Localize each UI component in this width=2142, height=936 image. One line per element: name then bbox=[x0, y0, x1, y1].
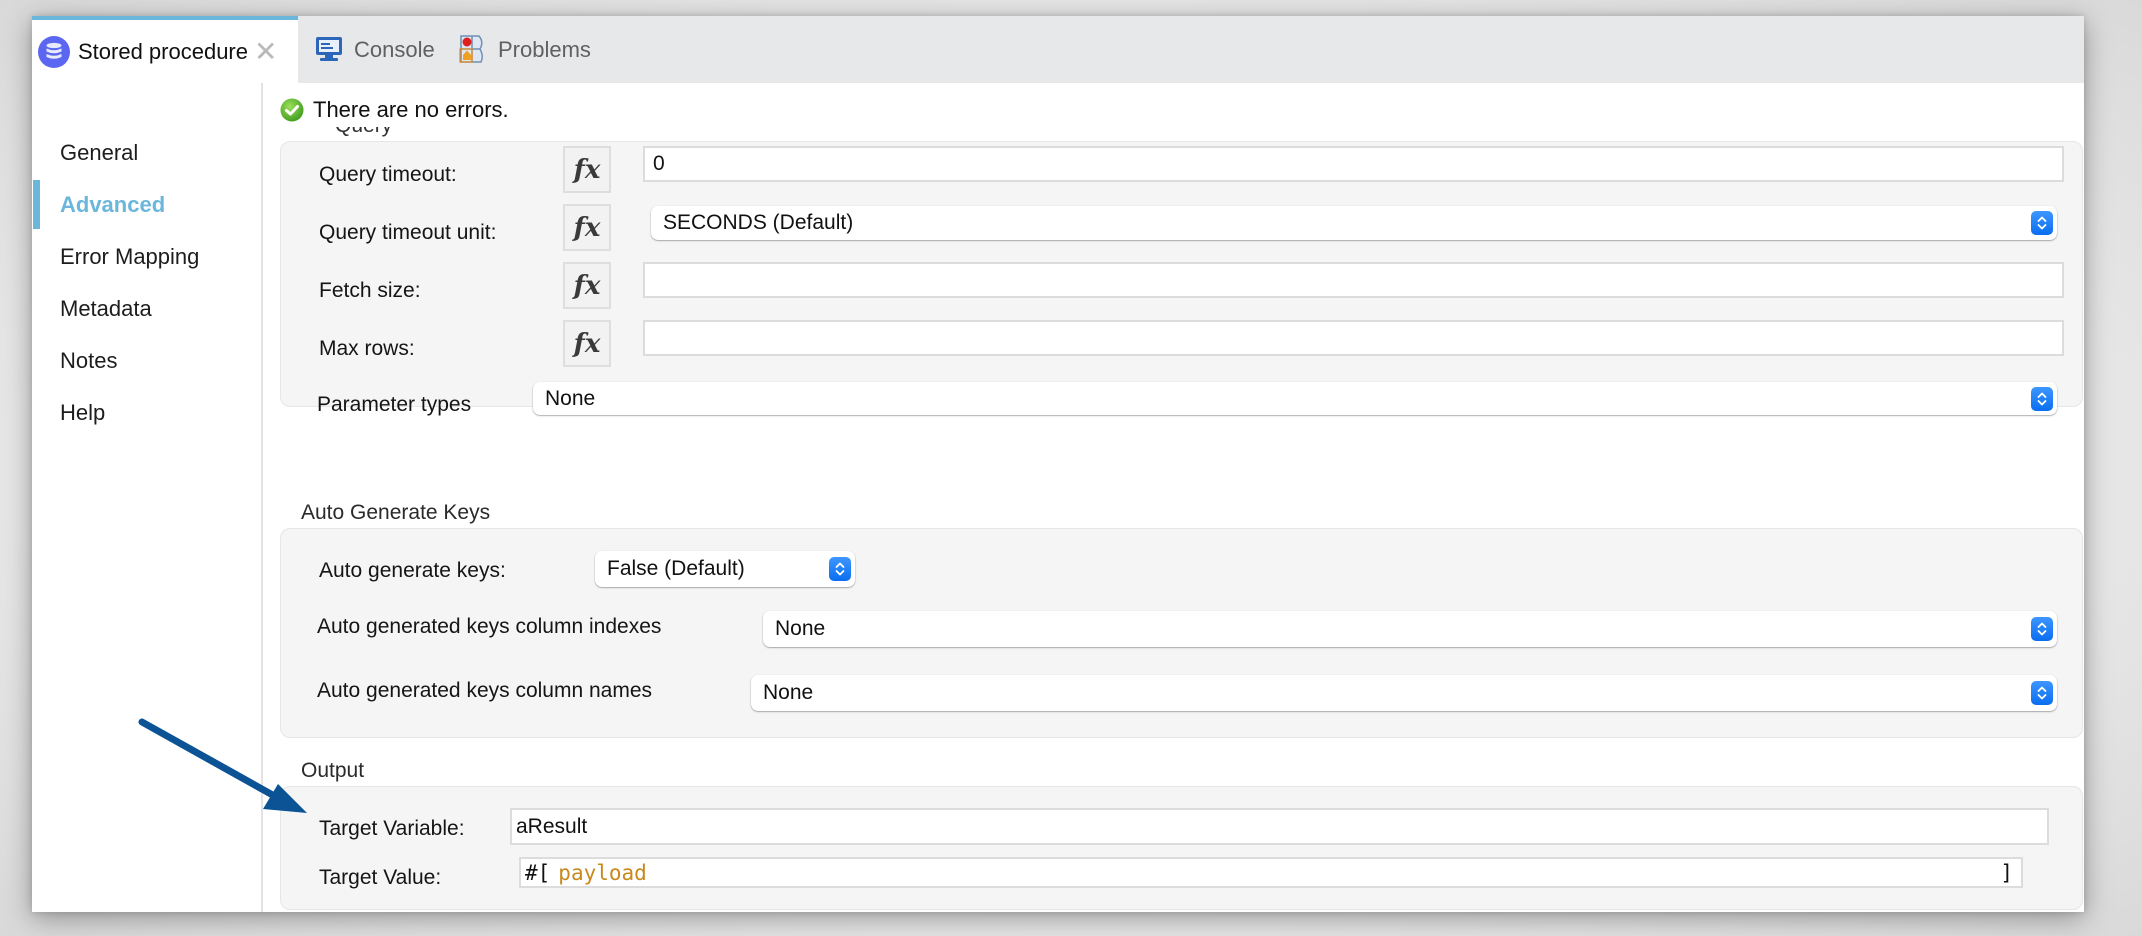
sidebar: General Advanced Error Mapping Metadata … bbox=[32, 83, 263, 912]
chevron-up-down-icon bbox=[2031, 386, 2053, 411]
database-icon bbox=[38, 35, 70, 68]
auto-generate-keys-select[interactable]: False (Default) bbox=[595, 551, 855, 587]
close-icon[interactable]: ✕ bbox=[254, 37, 277, 66]
fx-toggle-query-timeout[interactable]: fx bbox=[563, 146, 611, 193]
target-variable-input[interactable]: aResult bbox=[510, 808, 2049, 845]
validation-status: There are no errors. bbox=[280, 97, 515, 123]
fx-toggle-query-timeout-unit[interactable]: fx bbox=[563, 204, 611, 251]
tab-console[interactable]: Console bbox=[314, 16, 435, 83]
properties-window: Stored procedure ✕ Console Problems Gene… bbox=[32, 16, 2084, 912]
success-check-icon bbox=[280, 98, 304, 122]
sidebar-item-general[interactable]: General bbox=[60, 138, 138, 168]
expression-suffix: ] bbox=[2000, 860, 2013, 885]
max-rows-input[interactable] bbox=[643, 320, 2064, 356]
output-section: Target Variable: aResult Target Value: #… bbox=[280, 786, 2083, 910]
sidebar-item-error-mapping[interactable]: Error Mapping bbox=[60, 242, 199, 272]
sidebar-item-help[interactable]: Help bbox=[60, 398, 105, 428]
selected-value: False (Default) bbox=[607, 557, 745, 580]
target-variable-label: Target Variable: bbox=[319, 817, 465, 840]
selected-value: None bbox=[763, 681, 814, 704]
query-section: Query timeout: fx 0 Query timeout unit: … bbox=[280, 141, 2083, 416]
query-timeout-unit-select[interactable]: SECONDS (Default) bbox=[651, 206, 2057, 240]
column-indexes-select[interactable]: None bbox=[763, 611, 2057, 647]
console-icon bbox=[314, 34, 346, 66]
max-rows-label: Max rows: bbox=[319, 337, 415, 360]
auto-generate-keys-section: Auto generate keys: False (Default) Auto… bbox=[280, 528, 2083, 738]
section-title-auto-generate-keys: Auto Generate Keys bbox=[301, 501, 491, 524]
selected-value: None bbox=[775, 617, 826, 640]
query-timeout-input[interactable]: 0 bbox=[643, 146, 2064, 182]
query-timeout-unit-label: Query timeout unit: bbox=[319, 221, 497, 244]
chevron-up-down-icon bbox=[2031, 211, 2053, 235]
chevron-up-down-icon bbox=[829, 557, 851, 581]
selected-value: None bbox=[545, 386, 596, 410]
sidebar-item-advanced[interactable]: Advanced bbox=[60, 190, 165, 220]
fx-toggle-max-rows[interactable]: fx bbox=[563, 320, 611, 367]
tab-problems[interactable]: Problems bbox=[458, 16, 591, 83]
tab-label: Stored procedure bbox=[78, 38, 248, 64]
advanced-panel: Query Query timeout: fx 0 Query timeout … bbox=[265, 83, 2084, 912]
sidebar-item-notes[interactable]: Notes bbox=[60, 346, 117, 376]
expression-keyword: payload bbox=[558, 860, 647, 885]
chevron-up-down-icon bbox=[2031, 617, 2053, 641]
sidebar-item-metadata[interactable]: Metadata bbox=[60, 294, 152, 324]
column-names-label: Auto generated keys column names bbox=[317, 679, 653, 702]
active-indicator bbox=[33, 180, 40, 229]
fx-icon: fx bbox=[573, 154, 601, 185]
fx-icon: fx bbox=[573, 212, 601, 243]
column-indexes-label: Auto generated keys column indexes bbox=[317, 615, 662, 638]
problems-icon bbox=[458, 34, 490, 66]
chevron-up-down-icon bbox=[2031, 681, 2053, 705]
column-names-select[interactable]: None bbox=[751, 675, 2057, 711]
auto-generate-keys-label: Auto generate keys: bbox=[319, 559, 506, 582]
tab-label: Console bbox=[354, 36, 435, 62]
target-value-expression-input[interactable]: #[ payload ] bbox=[519, 857, 2023, 888]
expression-prefix: #[ bbox=[525, 860, 551, 885]
fetch-size-input[interactable] bbox=[643, 262, 2064, 298]
fx-icon: fx bbox=[573, 270, 601, 301]
section-title-output: Output bbox=[301, 759, 365, 782]
fx-toggle-fetch-size[interactable]: fx bbox=[563, 262, 611, 309]
fetch-size-label: Fetch size: bbox=[319, 279, 421, 302]
query-timeout-label: Query timeout: bbox=[319, 163, 457, 186]
selected-value: SECONDS (Default) bbox=[663, 211, 854, 234]
status-message: There are no errors. bbox=[313, 97, 509, 122]
tab-bar: Stored procedure ✕ Console Problems bbox=[32, 16, 2084, 83]
target-value-label: Target Value: bbox=[319, 866, 442, 889]
parameter-types-label: Parameter types bbox=[317, 393, 472, 416]
tab-label: Problems bbox=[498, 36, 591, 62]
fx-icon: fx bbox=[573, 328, 601, 359]
section-title-query: Query bbox=[335, 127, 392, 137]
tab-stored-procedure[interactable]: Stored procedure ✕ bbox=[32, 16, 298, 83]
parameter-types-select[interactable]: None bbox=[533, 382, 2057, 415]
